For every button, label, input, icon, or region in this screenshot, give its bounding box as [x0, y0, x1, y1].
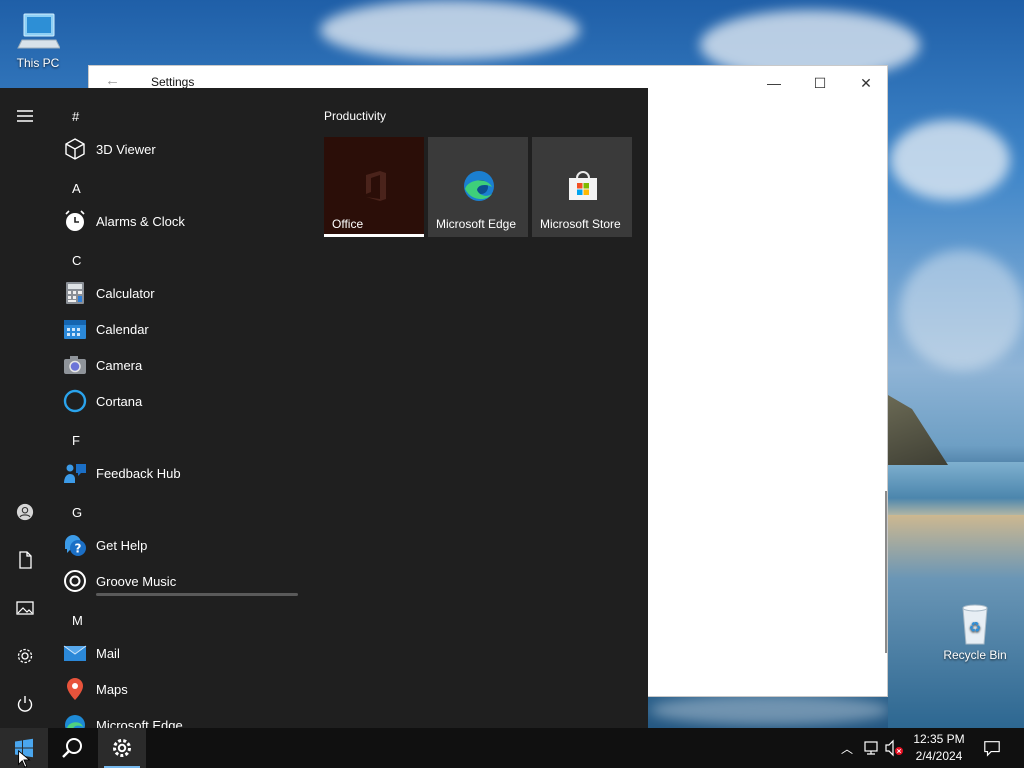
start-menu: # 3D Viewer A Alarms & Clock C Calculato…: [0, 88, 648, 728]
app-mail[interactable]: Mail: [62, 635, 302, 671]
maximize-button[interactable]: ☐: [797, 70, 843, 96]
app-label: Cortana: [96, 393, 143, 409]
app-label: 3D Viewer: [96, 141, 156, 157]
tile-label: Office: [332, 217, 364, 231]
mail-icon: [62, 640, 88, 666]
search-button[interactable]: [48, 728, 96, 768]
notification-button[interactable]: [980, 728, 1004, 768]
cube-icon: [62, 136, 88, 162]
group-header[interactable]: A: [72, 181, 81, 196]
svg-text:♻: ♻: [969, 620, 982, 636]
app-microsoft-edge[interactable]: Microsoft Edge: [62, 707, 302, 728]
tile-label: Microsoft Store: [540, 217, 621, 231]
group-header[interactable]: C: [72, 253, 81, 268]
computer-icon: [16, 10, 61, 54]
mouse-cursor-icon: [18, 750, 31, 768]
desktop-icon-label: This PC: [16, 56, 60, 70]
pictures-icon[interactable]: [9, 592, 41, 624]
app-calendar[interactable]: Calendar: [62, 311, 302, 347]
close-button[interactable]: ✕: [843, 70, 889, 96]
user-icon[interactable]: [9, 496, 41, 528]
help-icon: ?: [62, 532, 88, 558]
window-title: Settings: [151, 75, 195, 89]
app-feedback-hub[interactable]: Feedback Hub: [62, 455, 302, 491]
sea: [888, 462, 1024, 522]
scrollbar[interactable]: [885, 491, 887, 653]
app-label: Microsoft Edge: [96, 717, 183, 729]
app-cortana[interactable]: Cortana: [62, 383, 302, 419]
desktop-icon-label: Recycle Bin: [943, 648, 1007, 662]
network-icon[interactable]: [862, 739, 880, 757]
notification-icon: [984, 741, 1000, 757]
alarm-clock-icon: [62, 208, 88, 234]
app-label: Calendar: [96, 321, 149, 337]
music-icon: [62, 568, 88, 594]
office-icon: [366, 171, 386, 201]
tile-office[interactable]: Office: [324, 137, 424, 237]
group-header[interactable]: M: [72, 613, 83, 628]
map-pin-icon: [62, 676, 88, 702]
group-header[interactable]: F: [72, 433, 80, 448]
app-list-scrollbar[interactable]: [96, 593, 298, 596]
power-icon[interactable]: [9, 688, 41, 720]
group-header[interactable]: #: [72, 109, 79, 124]
settings-icon[interactable]: [9, 640, 41, 672]
app-calculator[interactable]: Calculator: [62, 275, 302, 311]
cliff: [888, 395, 948, 465]
svg-text:?: ?: [75, 542, 82, 556]
tile-microsoft-store[interactable]: Microsoft Store: [532, 137, 632, 237]
chevron-up-icon[interactable]: ︿: [838, 740, 856, 757]
minimize-button[interactable]: —: [751, 70, 797, 96]
gear-icon: [113, 739, 131, 757]
cloud: [900, 250, 1024, 370]
cloud: [650, 695, 890, 725]
app-label: Mail: [96, 645, 120, 661]
tile-microsoft-edge[interactable]: Microsoft Edge: [428, 137, 528, 237]
taskbar: ︿ 12:35 PM 2/4/2024: [0, 728, 1024, 768]
system-tray: ︿: [838, 728, 904, 768]
app-maps[interactable]: Maps: [62, 671, 302, 707]
desktop-icon-this-pc[interactable]: This PC: [0, 10, 76, 70]
calendar-icon: [62, 316, 88, 342]
cloud: [890, 120, 1010, 200]
edge-icon: [62, 712, 88, 728]
app-3d-viewer[interactable]: 3D Viewer: [62, 131, 302, 167]
volume-muted-icon[interactable]: [884, 739, 904, 757]
recycle-bin-icon: ♻: [953, 602, 997, 646]
group-header[interactable]: G: [72, 505, 82, 520]
tile-label: Microsoft Edge: [436, 217, 517, 231]
clock-time: 12:35 PM: [913, 732, 965, 746]
app-label: Groove Music: [96, 573, 177, 589]
taskbar-settings[interactable]: [98, 728, 146, 768]
app-label: Camera: [96, 357, 143, 373]
start-rail: [0, 88, 50, 728]
documents-icon[interactable]: [9, 544, 41, 576]
search-icon: [62, 738, 82, 758]
app-get-help[interactable]: ? Get Help: [62, 527, 302, 563]
store-icon: [569, 171, 597, 200]
app-camera[interactable]: Camera: [62, 347, 302, 383]
app-label: Maps: [96, 681, 128, 697]
menu-icon[interactable]: [9, 100, 41, 132]
calculator-icon: [62, 280, 88, 306]
app-list: # 3D Viewer A Alarms & Clock C Calculato…: [50, 88, 310, 728]
app-alarms-clock[interactable]: Alarms & Clock: [62, 203, 302, 239]
desktop-icon-recycle-bin[interactable]: ♻ Recycle Bin: [937, 602, 1013, 662]
app-label: Get Help: [96, 537, 148, 553]
feedback-icon: [62, 460, 88, 486]
edge-icon: [464, 171, 494, 201]
cloud: [320, 0, 580, 60]
tile-group-header[interactable]: Productivity: [324, 109, 386, 123]
clock[interactable]: 12:35 PM 2/4/2024: [904, 731, 974, 765]
cortana-icon: [62, 388, 88, 414]
clock-date: 2/4/2024: [915, 749, 963, 763]
app-label: Feedback Hub: [96, 465, 181, 481]
app-label: Calculator: [96, 285, 155, 301]
app-label: Alarms & Clock: [96, 213, 185, 229]
tile-focus-underline: [324, 234, 424, 237]
camera-icon: [62, 352, 88, 378]
